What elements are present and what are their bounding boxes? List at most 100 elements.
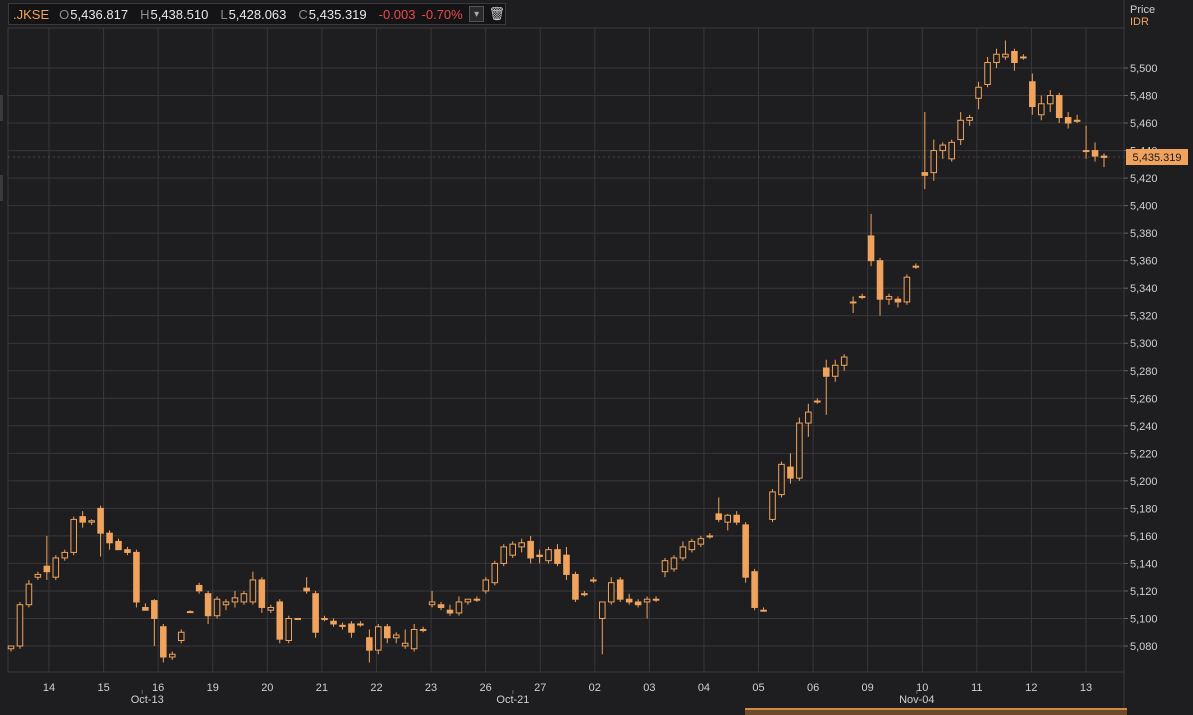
candle-body-up xyxy=(778,463,785,496)
candle xyxy=(133,549,140,608)
candle xyxy=(312,590,319,638)
legend-open-label: O xyxy=(59,6,70,22)
candle-body-down xyxy=(1055,95,1063,119)
candle-body-down xyxy=(733,514,740,523)
y-tick-label: 5,480 xyxy=(1130,91,1158,103)
candle xyxy=(796,417,803,481)
candle-body-down xyxy=(634,601,642,606)
legend-close-label: C xyxy=(298,6,308,22)
candle-body-up xyxy=(599,601,606,619)
candle xyxy=(670,555,678,572)
candle-body-down xyxy=(742,524,749,578)
x-tick-label: 02 xyxy=(589,682,601,694)
x-tick-label: 06 xyxy=(807,682,819,694)
candle-body-down xyxy=(312,593,319,633)
candle xyxy=(285,615,293,644)
x-tick-label: 12 xyxy=(1025,682,1037,694)
candle-body-up xyxy=(294,617,301,620)
candle-body-down xyxy=(106,532,113,544)
y-tick-label: 5,080 xyxy=(1130,641,1158,653)
candle-body-down xyxy=(258,579,266,608)
candle-body-up xyxy=(912,265,920,268)
candle-body-down xyxy=(303,587,310,592)
candle-body-down xyxy=(276,601,284,640)
candle-body-up xyxy=(25,583,33,606)
candle-body-up xyxy=(760,609,767,612)
candle-body-up xyxy=(249,579,257,603)
candle-body-up xyxy=(966,117,973,121)
legend-low-label: L xyxy=(220,6,228,22)
candle xyxy=(294,617,301,620)
x-tick-label: 21 xyxy=(316,682,328,694)
candle-body-up xyxy=(1020,56,1027,59)
candle-body-down xyxy=(625,598,633,603)
candle xyxy=(751,568,758,611)
candle-body-up xyxy=(285,617,293,641)
y-tick-label: 5,240 xyxy=(1130,421,1158,433)
y-tick-label: 5,160 xyxy=(1130,531,1158,543)
candle-body-up xyxy=(849,301,857,304)
left-edge-marker xyxy=(0,95,3,121)
candle-body-down xyxy=(97,507,104,534)
candle-body-up xyxy=(581,593,588,596)
candle-body-up xyxy=(706,535,714,538)
candle-body-up xyxy=(590,579,597,582)
chevron-down-icon[interactable]: ▾ xyxy=(468,6,485,22)
candle-body-up xyxy=(670,557,678,570)
y-tick-label: 5,300 xyxy=(1130,338,1158,350)
candle xyxy=(769,489,776,523)
candle-body-up xyxy=(652,598,660,601)
axis-unit: IDR xyxy=(1130,16,1149,28)
candle xyxy=(742,522,749,583)
y-tick-label: 5,380 xyxy=(1130,228,1158,240)
last-price-label: 5,435.319 xyxy=(1133,152,1182,164)
candle xyxy=(616,577,624,602)
trash-icon[interactable]: 🗑 xyxy=(488,6,505,22)
candle xyxy=(482,577,490,594)
candle-body-up xyxy=(805,411,812,424)
y-tick-label: 5,340 xyxy=(1130,283,1158,295)
candle-body-down xyxy=(921,172,929,176)
y-tick-label: 5,420 xyxy=(1130,173,1158,185)
x-tick-label: 20 xyxy=(261,682,273,694)
candle-body-up xyxy=(231,597,239,603)
candle-body-up xyxy=(993,53,1000,63)
candle-body-down xyxy=(616,579,624,600)
candle-body-down xyxy=(204,593,212,617)
candle-body-down xyxy=(787,466,794,479)
legend-close-value: 5,435.319 xyxy=(308,6,367,22)
candle-body-up xyxy=(428,601,436,606)
candle-body-up xyxy=(831,364,839,377)
left-edge-marker xyxy=(0,175,3,201)
time-range-scroller[interactable] xyxy=(745,708,1127,715)
y-tick-label: 5,200 xyxy=(1130,476,1158,488)
candle-body-up xyxy=(321,617,328,620)
price-chart[interactable]: 5,080 5,100 5,120 5,140 5,160 5,180 5,200 5,220… xyxy=(0,0,1193,715)
candle-body-up xyxy=(984,61,991,86)
candle-body-up xyxy=(267,606,275,611)
month-label: Oct-21 xyxy=(496,694,529,706)
candle-body-up xyxy=(607,582,615,603)
candle xyxy=(491,560,499,586)
candle-body-down xyxy=(1100,155,1108,158)
x-tick-label: 03 xyxy=(643,682,655,694)
x-tick-label: 05 xyxy=(752,682,764,694)
candle xyxy=(213,596,221,619)
candle-body-down xyxy=(195,584,203,592)
candle-body-down xyxy=(115,540,122,551)
x-tick-label: 27 xyxy=(534,682,546,694)
legend-symbol[interactable]: .JKSE xyxy=(13,7,49,22)
candle-body-up xyxy=(661,560,669,573)
x-tick-label: 15 xyxy=(97,682,109,694)
x-tick-label: 23 xyxy=(425,682,437,694)
candle xyxy=(903,274,911,305)
month-label: Nov-04 xyxy=(899,694,934,706)
candle xyxy=(25,579,33,608)
x-tick-label: 14 xyxy=(43,682,55,694)
candle-body-up xyxy=(88,520,95,523)
candle xyxy=(778,461,785,498)
candle-body-up xyxy=(186,611,194,614)
candle-body-up xyxy=(1073,119,1081,122)
candle-body-up xyxy=(455,601,463,614)
candle-body-up xyxy=(375,626,382,651)
